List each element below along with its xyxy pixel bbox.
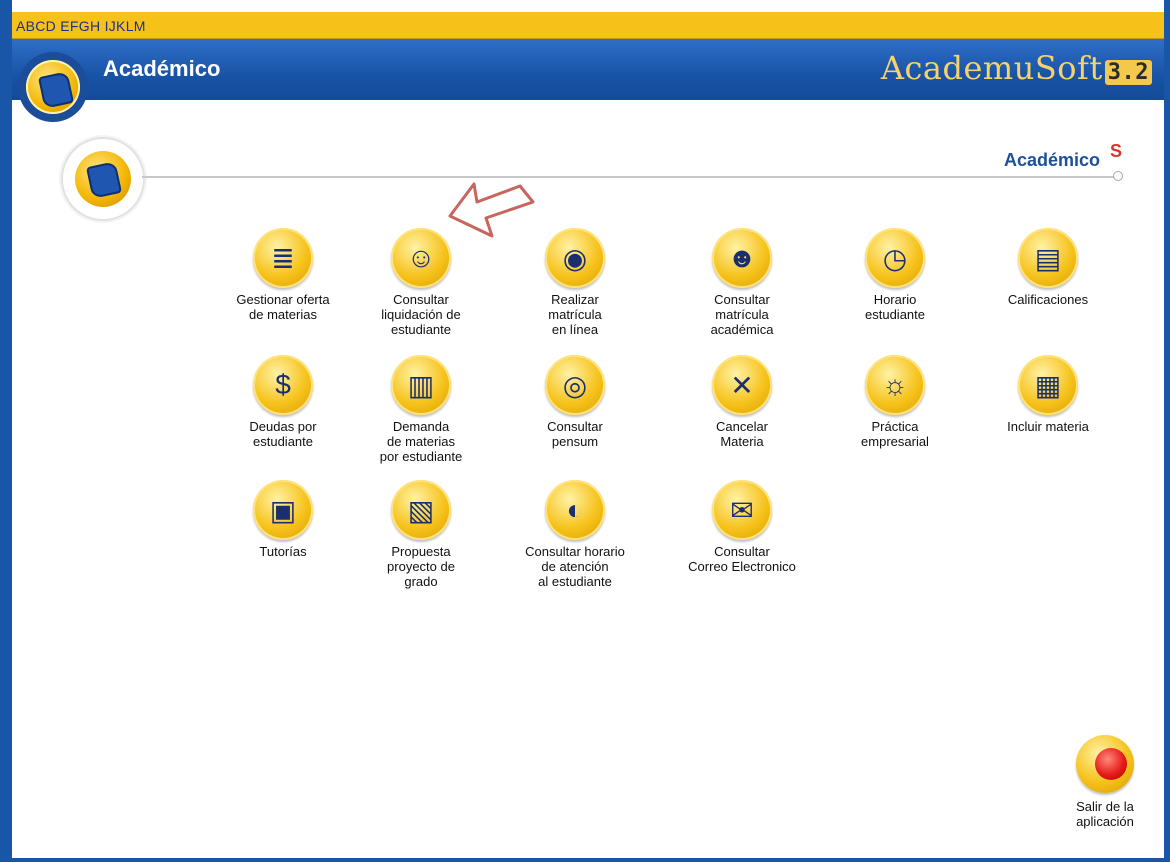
exit-red-button-icon — [1076, 735, 1134, 793]
menu-item-label: Calificaciones — [1007, 292, 1089, 307]
brand-name: AcademuSoft — [880, 49, 1103, 87]
menu-item-label: Demanda de materias por estudiante — [379, 419, 463, 464]
menu-item[interactable]: ▥ Demanda de materias por estudiante — [351, 355, 491, 464]
exit-label: Salir de la aplicación — [1076, 799, 1134, 829]
section-logo-icon: S — [1109, 141, 1122, 161]
menu-item[interactable]: ▤ Calificaciones — [978, 228, 1118, 307]
menu-item-label: Consultar matrícula académica — [710, 292, 774, 337]
menu-item[interactable]: ▧ Propuesta proyecto de grado — [351, 480, 491, 589]
menu-item[interactable]: ☼ Práctica empresarial — [825, 355, 965, 449]
menu-item[interactable]: ✉ Consultar Correo Electronico — [672, 480, 812, 574]
menu-item[interactable]: ◉ Realizar matrícula en línea — [505, 228, 645, 337]
gmail-icon: ✉ — [712, 480, 772, 540]
menu-item-label: Horario estudiante — [865, 292, 925, 322]
menu-item-label: Deudas por estudiante — [249, 419, 317, 449]
menu-item[interactable]: ◷ Horario estudiante — [825, 228, 965, 322]
menu-item-label: Realizar matrícula en línea — [548, 292, 602, 337]
page-title: Académico — [103, 56, 221, 81]
menu-item-label: Propuesta proyecto de grado — [387, 544, 455, 589]
business-person-icon: ☼ — [865, 355, 925, 415]
menu-item-label: Consultar pensum — [547, 419, 603, 449]
menu-item-label: Tutorías — [259, 544, 307, 559]
menu-item[interactable]: ▣ Tutorías — [213, 480, 353, 559]
demand-chart-icon: ▥ — [391, 355, 451, 415]
grades-sheet-icon: ▤ — [1018, 228, 1078, 288]
tutor-screen-icon: ▣ — [253, 480, 313, 540]
app-logo-icon — [18, 52, 88, 122]
menu-item[interactable]: ▦ Incluir materia — [978, 355, 1118, 434]
title-bar: ABCD EFGH IJKLM — [12, 12, 1164, 39]
invoice-money-icon: ☺ — [391, 228, 451, 288]
menu-item[interactable]: ☺ Consultar liquidación de estudiante — [351, 228, 491, 337]
menu-item-label: Incluir materia — [1007, 419, 1089, 434]
small-circle-icon — [1113, 171, 1123, 181]
window-title: ABCD EFGH IJKLM — [16, 18, 146, 34]
menu-item[interactable]: ◎ Consultar pensum — [505, 355, 645, 449]
exit-button[interactable]: Salir de la aplicación — [1060, 735, 1150, 829]
menu-item-label: Consultar Correo Electronico — [688, 544, 796, 574]
pensum-eye-icon: ◎ — [545, 355, 605, 415]
clock-schedule-icon: ◷ — [865, 228, 925, 288]
menu-item-label: Gestionar oferta de materias — [236, 292, 330, 322]
online-globe-icon: ◉ — [545, 228, 605, 288]
menu-item[interactable]: ☻ Consultar matrícula académica — [672, 228, 812, 337]
menu-item-label: Cancelar Materia — [715, 419, 769, 449]
menu-item[interactable]: ◐ Consultar horario de atención al estudi… — [505, 480, 645, 589]
menu-item-label: Consultar liquidación de estudiante — [381, 292, 461, 337]
menu-item[interactable]: $ Deudas por estudiante — [213, 355, 353, 449]
students-group-icon: ☻ — [712, 228, 772, 288]
add-subject-icon: ▦ — [1018, 355, 1078, 415]
brand-version: 3.2 — [1104, 60, 1152, 85]
proposal-document-icon: ▧ — [391, 480, 451, 540]
menu-item-label: Práctica empresarial — [861, 419, 929, 449]
stack-books-icon: ≣ — [253, 228, 313, 288]
section-book-icon — [61, 137, 145, 221]
brand-logo: AcademuSoft 3.2 — [881, 49, 1152, 87]
section-title: Académico — [1003, 150, 1100, 170]
menu-item[interactable]: ≣ Gestionar oferta de materias — [213, 228, 353, 322]
attention-schedule-icon: ◐ — [545, 480, 605, 540]
section-divider — [142, 176, 1122, 178]
menu-item[interactable]: ✕ Cancelar Materia — [672, 355, 812, 449]
debt-dollar-icon: $ — [253, 355, 313, 415]
cancel-x-icon: ✕ — [712, 355, 772, 415]
menu-item-label: Consultar horario de atención al estudia… — [525, 544, 625, 589]
